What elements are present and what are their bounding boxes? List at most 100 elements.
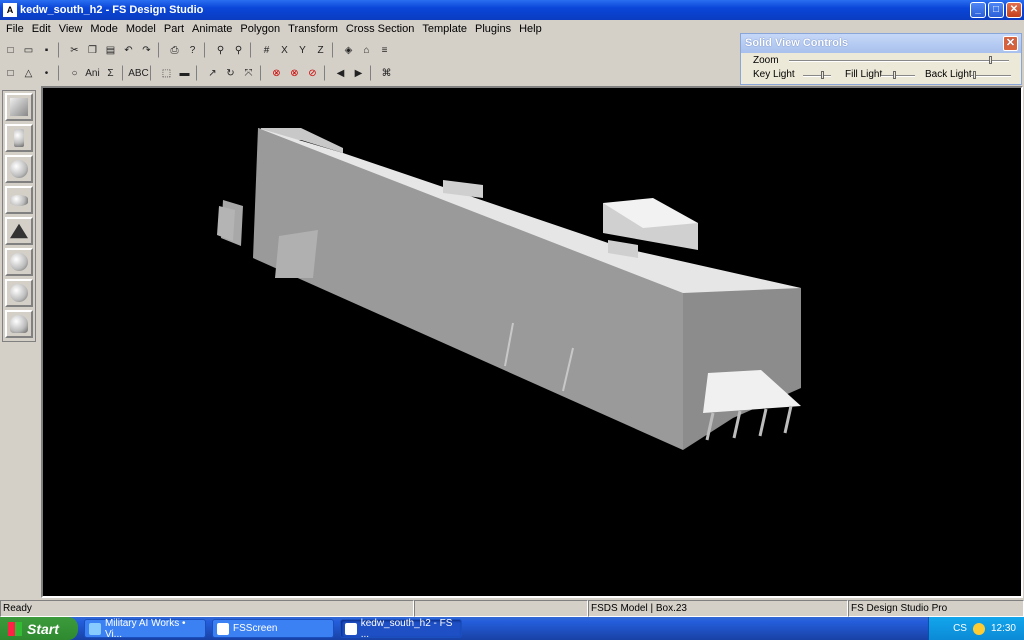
next-icon[interactable]: ▶: [350, 65, 367, 82]
triangle-icon[interactable]: △: [20, 65, 37, 82]
select-icon[interactable]: □: [2, 65, 19, 82]
help-icon[interactable]: ?: [184, 42, 201, 59]
zoom-slider[interactable]: [789, 56, 1009, 64]
title-bar: A kedw_south_h2 - FS Design Studio _ □ ✕: [0, 0, 1024, 20]
align-z-icon[interactable]: Z: [312, 42, 329, 59]
print-icon[interactable]: ⎙: [166, 42, 183, 59]
task-fsscreen[interactable]: FSScreen: [212, 619, 334, 638]
marquee-icon[interactable]: ⬚: [158, 65, 175, 82]
fsscreen-icon: [217, 622, 229, 635]
scale-icon[interactable]: ⤧: [240, 65, 257, 82]
grid-icon[interactable]: #: [258, 42, 275, 59]
geosphere-icon: [10, 253, 28, 271]
cylinder-tool[interactable]: [5, 124, 33, 152]
start-button[interactable]: Start: [0, 617, 78, 640]
sphere-tool[interactable]: [5, 155, 33, 183]
properties-icon[interactable]: ≡: [376, 42, 393, 59]
toolbar-separator: [324, 65, 329, 81]
front-block: [275, 230, 318, 278]
prev-icon[interactable]: ◀: [332, 65, 349, 82]
task-fsds[interactable]: kedw_south_h2 - FS ...: [340, 618, 462, 640]
delete-part-icon[interactable]: ⊗: [286, 65, 303, 82]
menu-help[interactable]: Help: [515, 23, 546, 35]
status-edition: FS Design Studio Pro: [848, 600, 1024, 617]
paste-icon[interactable]: ▤: [102, 42, 119, 59]
box-icon: [10, 98, 28, 116]
toolbar-separator: [332, 42, 337, 58]
copy-icon[interactable]: ❐: [84, 42, 101, 59]
front-wall: [253, 128, 683, 450]
align-x-icon[interactable]: X: [276, 42, 293, 59]
menu-part[interactable]: Part: [160, 23, 188, 35]
toolbar-separator: [250, 42, 255, 58]
solid-view-title: Solid View Controls: [745, 37, 849, 49]
arrow-icon[interactable]: ↗: [204, 65, 221, 82]
geosphere-tool[interactable]: [5, 248, 33, 276]
fill-light-slider[interactable]: [881, 71, 915, 79]
text-icon[interactable]: ABC: [128, 65, 149, 82]
maximize-button[interactable]: □: [988, 2, 1004, 18]
zoom-label: Zoom: [753, 55, 779, 66]
ie-icon: [89, 622, 101, 635]
zoom-out-icon[interactable]: ⚲: [230, 42, 247, 59]
status-model: FSDS Model | Box.23: [588, 600, 848, 617]
undo-icon[interactable]: ↶: [120, 42, 137, 59]
zoom-in-icon[interactable]: ⚲: [212, 42, 229, 59]
delete-icon[interactable]: ⊗: [268, 65, 285, 82]
main-toolbar: □ ▭ ▪ ✂ ❐ ▤ ↶ ↷ ⎙? ⚲ ⚲ # X Y Z ◈ ⌂ ≡: [2, 39, 393, 61]
task-browser[interactable]: Military AI Works • Vi...: [84, 618, 206, 640]
minimize-button[interactable]: _: [970, 2, 986, 18]
ellipsoid-tool[interactable]: [5, 186, 33, 214]
key-light-slider[interactable]: [803, 71, 831, 79]
toolbar-separator: [58, 65, 63, 81]
toolbar-separator: [196, 65, 201, 81]
tray-icon[interactable]: [972, 622, 985, 635]
menu-edit[interactable]: Edit: [28, 23, 55, 35]
hemisphere-tool[interactable]: [5, 310, 33, 338]
toolbar-separator: [158, 42, 163, 58]
sigma-icon[interactable]: Σ: [102, 65, 119, 82]
language-indicator[interactable]: CS: [953, 623, 967, 634]
pyramid-tool[interactable]: [5, 217, 33, 245]
back-light-label: Back Light: [925, 69, 972, 80]
close-button[interactable]: ✕: [1006, 2, 1022, 18]
menu-model[interactable]: Model: [122, 23, 160, 35]
close-icon[interactable]: ✕: [1003, 36, 1018, 51]
cylinder-icon: [14, 129, 24, 147]
open-icon[interactable]: ▭: [20, 42, 37, 59]
primitive-toolbar: [2, 90, 36, 342]
house-icon[interactable]: ⌂: [358, 42, 375, 59]
box-tool[interactable]: [5, 93, 33, 121]
3d-viewport[interactable]: [41, 86, 1023, 598]
redo-icon[interactable]: ↷: [138, 42, 155, 59]
menu-template[interactable]: Template: [418, 23, 471, 35]
fsds-icon: [345, 622, 357, 635]
menu-cross-section[interactable]: Cross Section: [342, 23, 418, 35]
binoculars-icon[interactable]: ⌘: [378, 65, 395, 82]
menu-polygon[interactable]: Polygon: [236, 23, 284, 35]
menu-view[interactable]: View: [55, 23, 87, 35]
menu-file[interactable]: File: [2, 23, 28, 35]
back-light-slider[interactable]: [971, 71, 1011, 79]
cut-icon[interactable]: ✂: [66, 42, 83, 59]
save-icon[interactable]: ▪: [38, 42, 55, 59]
app-icon: A: [3, 3, 17, 17]
menu-plugins[interactable]: Plugins: [471, 23, 515, 35]
geosphere2-tool[interactable]: [5, 279, 33, 307]
wireframe-icon[interactable]: ◈: [340, 42, 357, 59]
delete-all-icon[interactable]: ⊘: [304, 65, 321, 82]
align-y-icon[interactable]: Y: [294, 42, 311, 59]
new-icon[interactable]: □: [2, 42, 19, 59]
rotate-icon[interactable]: ↻: [222, 65, 239, 82]
menu-mode[interactable]: Mode: [86, 23, 122, 35]
status-bar: Ready FSDS Model | Box.23 FS Design Stud…: [0, 600, 1024, 617]
menu-transform[interactable]: Transform: [284, 23, 342, 35]
circle-icon[interactable]: ○: [66, 65, 83, 82]
point-icon[interactable]: •: [38, 65, 55, 82]
geosphere2-icon: [10, 284, 28, 302]
ruler-icon[interactable]: ▬: [176, 65, 193, 82]
ani-icon[interactable]: Ani: [84, 65, 101, 82]
menu-animate[interactable]: Animate: [188, 23, 236, 35]
toolbar-separator: [122, 65, 127, 81]
status-ready: Ready: [0, 600, 414, 617]
